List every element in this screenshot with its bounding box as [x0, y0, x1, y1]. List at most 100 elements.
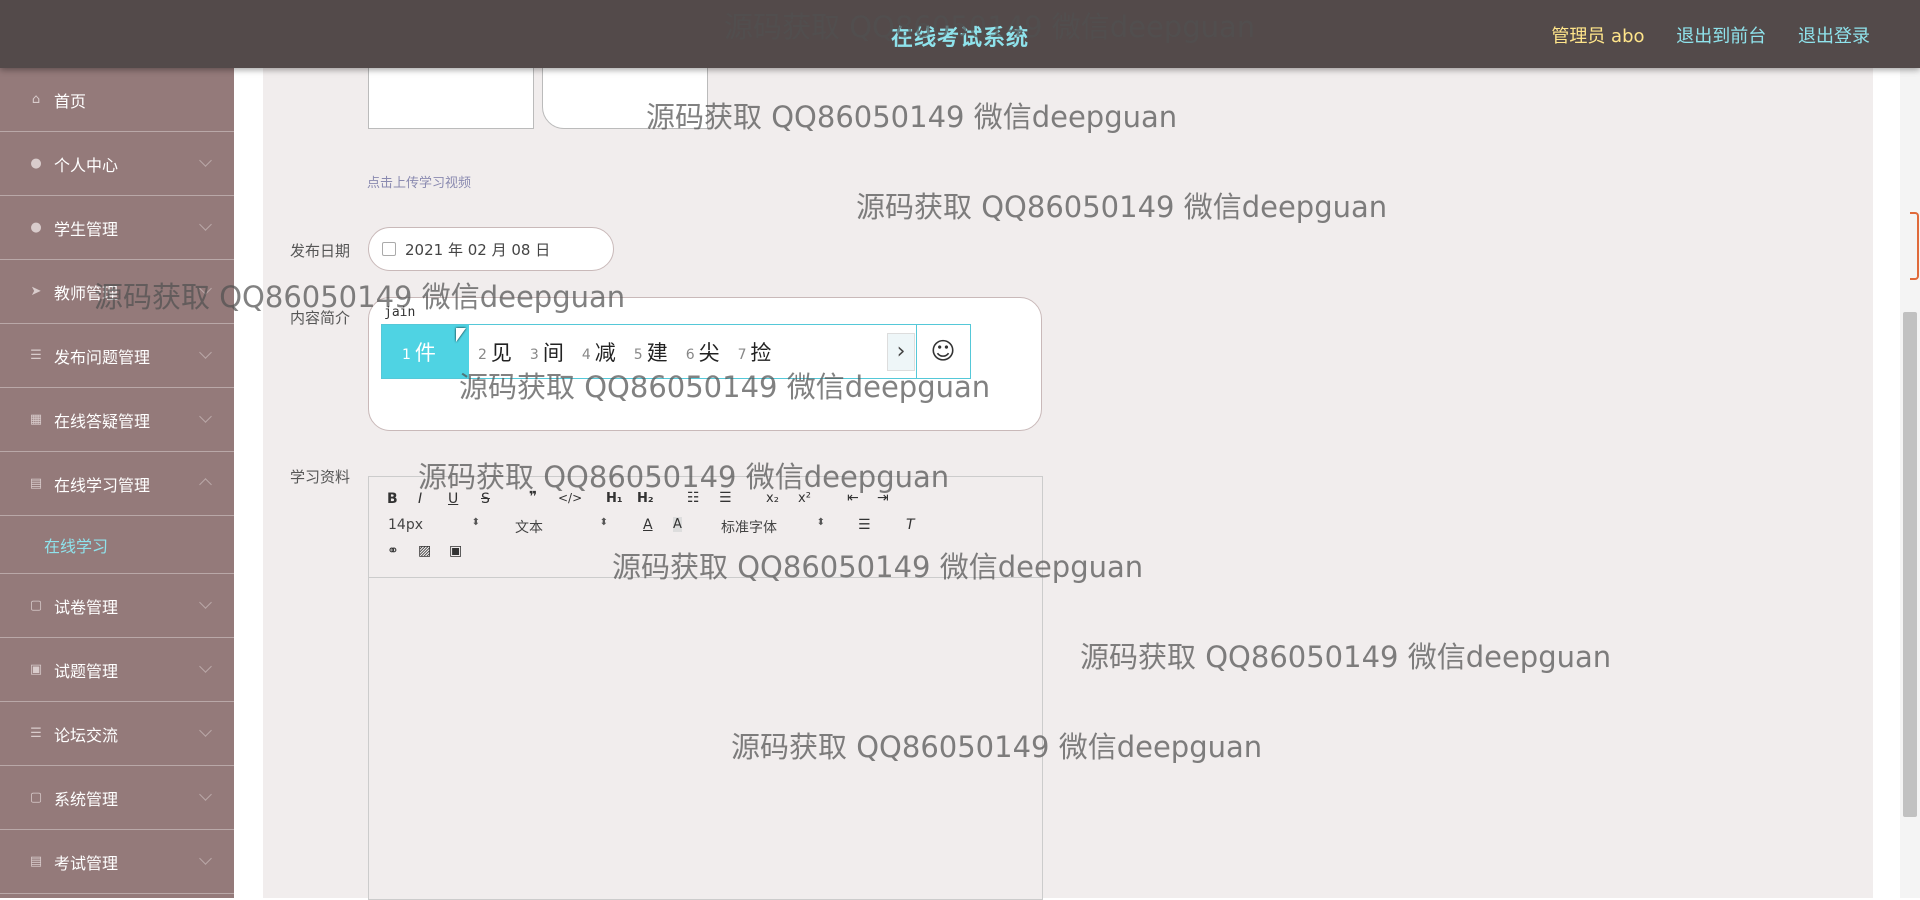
candidate-number: 2: [478, 346, 487, 363]
ime-candidate[interactable]: 6 尖: [677, 325, 729, 378]
sidebar-item-label: 试题管理: [54, 661, 119, 681]
camera-icon: ▣: [29, 661, 43, 677]
sidebar-item-teachers[interactable]: ➤ 教师管理: [0, 260, 234, 324]
grid-icon: ▦: [29, 411, 43, 427]
sidebar-item-label: 试卷管理: [54, 597, 119, 617]
sidebar-item-label: 论坛交流: [54, 725, 119, 745]
sidebar-item-learning[interactable]: ▤ 在线学习管理: [0, 452, 234, 516]
candidate-number: 6: [685, 346, 695, 363]
chevron-down-icon: [199, 788, 212, 801]
align-icon[interactable]: ☰: [858, 517, 871, 533]
clipboard-icon: ▤: [29, 475, 43, 491]
candidate-char: 减: [594, 340, 616, 365]
italic-icon[interactable]: I: [418, 491, 422, 507]
outdent-icon[interactable]: ⇤: [847, 490, 859, 506]
block-type-select[interactable]: 文本 ⬍: [515, 517, 608, 536]
video-icon[interactable]: ▣: [449, 543, 462, 559]
strikethrough-icon[interactable]: S: [481, 491, 490, 507]
background-color-icon[interactable]: A: [673, 517, 682, 532]
sidebar-item-items[interactable]: ▣ 试题管理: [0, 638, 234, 702]
superscript-icon[interactable]: x²: [798, 491, 811, 506]
scrollbar-thumb[interactable]: [1903, 312, 1917, 817]
ime-emoji-button[interactable]: ☺: [916, 325, 969, 378]
top-bar: 在线考试系统 管理员 abo 退出到前台 退出登录: [0, 0, 1920, 68]
chevron-down-icon: [199, 852, 212, 865]
code-icon[interactable]: </>: [558, 491, 582, 505]
bullet-list-icon[interactable]: ☰: [719, 490, 732, 506]
sidebar-subitem-online-learning[interactable]: 在线学习: [0, 516, 234, 574]
date-label: 发布日期: [290, 242, 351, 260]
font-size-value: 14px: [388, 517, 423, 533]
sidebar-item-label: 考试管理: [54, 853, 119, 873]
ime-candidate[interactable]: 5 建: [625, 325, 677, 378]
ime-candidate[interactable]: 4 减: [573, 325, 625, 378]
doc-icon: ▢: [29, 597, 43, 613]
rich-text-editor: B I U S ❞ </> H₁ H₂ ☷ ☰ x₂ x² ⇤ ⇥ 14px ⬍…: [368, 476, 1043, 900]
logout-link[interactable]: 退出登录: [1798, 26, 1870, 47]
clear-format-icon[interactable]: T: [906, 517, 915, 533]
bold-icon[interactable]: B: [387, 491, 398, 507]
heading1-icon[interactable]: H₁: [606, 491, 623, 506]
sidebar-item-label: 在线答疑管理: [54, 411, 151, 431]
sidebar-item-home[interactable]: ⌂ 首页: [0, 68, 234, 132]
candidate-number: 1: [402, 346, 411, 363]
candidate-char: 间: [542, 340, 564, 365]
subscript-icon[interactable]: x₂: [766, 491, 779, 506]
sidebar-item-forum[interactable]: ☰ 论坛交流: [0, 702, 234, 766]
sidebar-item-label: 学生管理: [54, 219, 119, 239]
ime-next-page-button[interactable]: ›: [887, 333, 915, 371]
date-value: 2021 年 02 月 08 日: [405, 240, 551, 259]
link-icon[interactable]: ⚭: [387, 543, 399, 559]
date-input[interactable]: 2021 年 02 月 08 日: [368, 227, 614, 271]
ime-candidate-bar: 1 件 2 见 3 间 4 减 5 建 6 尖 7 捡 › ☺: [381, 324, 971, 379]
image-preview-box[interactable]: [368, 60, 534, 129]
candidate-number: 5: [633, 346, 643, 363]
editor-toolbar: B I U S ❞ </> H₁ H₂ ☷ ☰ x₂ x² ⇤ ⇥ 14px ⬍…: [369, 477, 1042, 578]
chevron-down-icon: [199, 346, 212, 359]
underline-icon[interactable]: U: [448, 491, 458, 507]
candidate-char: 建: [646, 340, 668, 365]
candidate-char: 捡: [750, 340, 772, 365]
font-color-icon[interactable]: A: [643, 517, 653, 533]
chevron-up-icon: [199, 478, 212, 491]
sidebar-item-label: 个人中心: [54, 155, 119, 175]
sidebar-item-qa[interactable]: ▦ 在线答疑管理: [0, 388, 234, 452]
indent-icon[interactable]: ⇥: [877, 490, 889, 506]
upload-video-hint[interactable]: 点击上传学习视频: [367, 172, 471, 191]
ime-candidate[interactable]: 2 见: [469, 325, 521, 378]
font-size-select[interactable]: 14px ⬍: [388, 517, 480, 533]
ime-candidate[interactable]: 3 间: [521, 325, 573, 378]
send-icon: ➤: [30, 283, 42, 299]
image-icon[interactable]: ▨: [418, 543, 431, 559]
sidebar-item-students[interactable]: ● 学生管理: [0, 196, 234, 260]
forum-icon: ☰: [30, 725, 42, 741]
candidate-char: 见: [490, 340, 512, 365]
select-arrow-icon: ⬍: [816, 517, 825, 528]
sidebar-item-exams[interactable]: ▤ 考试管理: [0, 830, 234, 894]
chevron-down-icon: [199, 724, 212, 737]
font-family-select[interactable]: 标准字体 ⬍: [721, 517, 825, 536]
exit-to-front-link[interactable]: 退出到前台: [1676, 26, 1766, 47]
sidebar-item-label: 系统管理: [54, 789, 119, 809]
ordered-list-icon[interactable]: ☷: [687, 490, 700, 506]
sidebar-item-questions[interactable]: ☰ 发布问题管理: [0, 324, 234, 388]
blockquote-icon[interactable]: ❞: [529, 489, 537, 505]
home-icon: ⌂: [31, 91, 41, 107]
heading2-icon[interactable]: H₂: [637, 491, 654, 506]
ime-candidate[interactable]: 7 捡: [729, 325, 781, 378]
select-arrow-icon: ⬍: [471, 517, 480, 528]
sidebar: ⌂ 首页 ● 个人中心 ● 学生管理 ➤ 教师管理 ☰ 发布问题管理 ▦ 在线答…: [0, 68, 234, 898]
chevron-down-icon: [199, 154, 212, 167]
sidebar-item-papers[interactable]: ▢ 试卷管理: [0, 574, 234, 638]
scroll-marker: [1910, 212, 1919, 280]
chevron-down-icon: [199, 218, 212, 231]
exam-icon: ▤: [29, 853, 43, 869]
candidate-number: 7: [737, 346, 747, 363]
calendar-icon: [382, 242, 396, 256]
chevron-down-icon: [199, 282, 212, 295]
block-type-value: 文本: [515, 520, 543, 536]
video-upload-box[interactable]: [542, 60, 708, 129]
sidebar-item-profile[interactable]: ● 个人中心: [0, 132, 234, 196]
candidate-char: 尖: [698, 340, 720, 365]
sidebar-item-system[interactable]: ▢ 系统管理: [0, 766, 234, 830]
